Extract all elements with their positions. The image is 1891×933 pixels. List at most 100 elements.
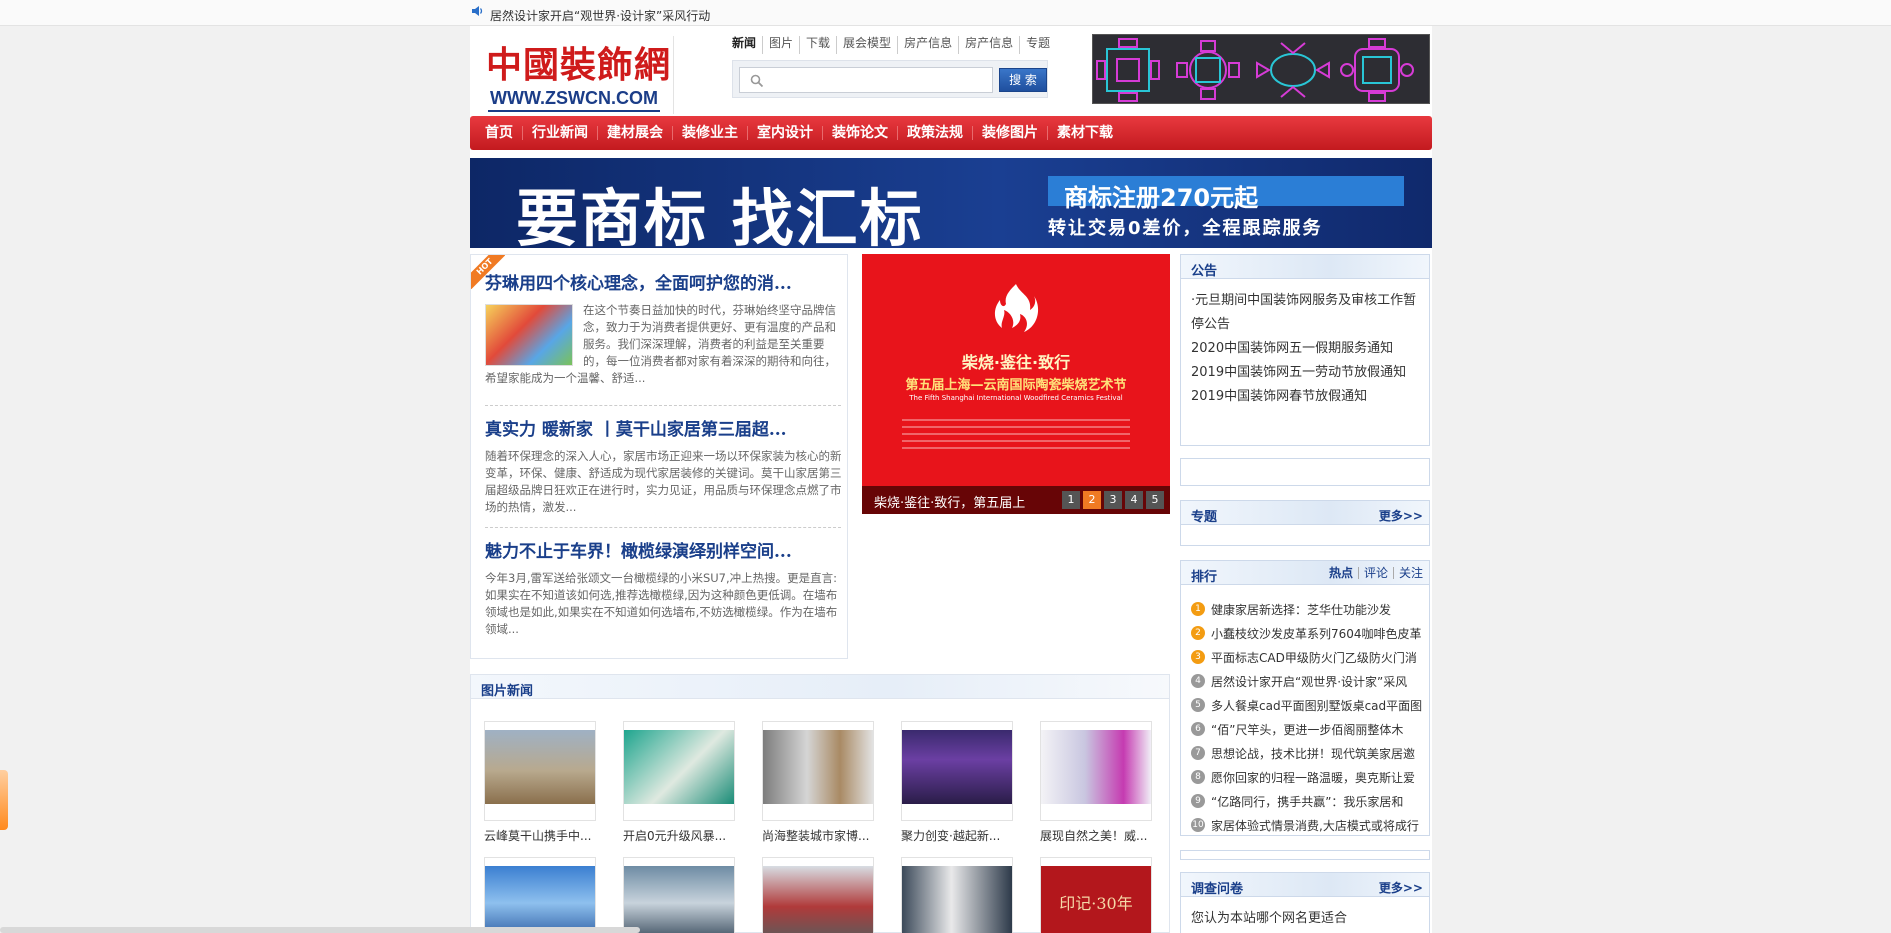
ranking-item-link[interactable]: 愿你回家的归程一路温暖，奥克斯让爱	[1211, 769, 1415, 786]
image-news-photo[interactable]	[763, 730, 873, 804]
nav-interior-design[interactable]: 室内设计	[748, 126, 823, 140]
slide-fine-print	[902, 414, 1130, 454]
nav-policies[interactable]: 政策法规	[898, 126, 973, 140]
notice-item[interactable]: 2020中国装饰网五一假期服务通知	[1191, 337, 1425, 361]
article-title[interactable]: 真实力 暖新家 丨莫干山家居第三届超...	[485, 415, 845, 440]
ranking-tab-comments[interactable]: 评论	[1359, 567, 1394, 579]
image-news-card[interactable]	[901, 721, 1013, 821]
ranking-item-link[interactable]: 思想论战，技术比拼！现代筑美家居邀	[1211, 745, 1415, 762]
article-title[interactable]: 魅力不止于车界！橄榄绿演绎别样空间...	[485, 537, 845, 562]
image-news-card[interactable]	[1040, 721, 1152, 821]
image-news-photo[interactable]	[902, 730, 1012, 804]
image-news-photo[interactable]	[1041, 730, 1151, 804]
nav-downloads[interactable]: 素材下载	[1048, 126, 1122, 140]
image-news-caption[interactable]: 展现自然之美！威...	[1040, 827, 1154, 844]
horizontal-scrollbar[interactable]	[0, 927, 640, 933]
special-topics-more-link[interactable]: 更多>>	[1379, 507, 1423, 524]
ranking-tab-hot[interactable]: 热点	[1324, 567, 1359, 579]
image-news-card[interactable]	[484, 857, 596, 933]
ranking-item[interactable]: 9 “亿路同行，携手共赢”：我乐家居和	[1191, 789, 1425, 813]
article-title[interactable]: 芬琳用四个核心理念，全面呵护您的消...	[485, 269, 845, 294]
ranking-item[interactable]: 8 愿你回家的归程一路温暖，奥克斯让爱	[1191, 765, 1425, 789]
article-divider	[485, 405, 841, 406]
image-news-caption[interactable]: 聚力创变·越起新...	[901, 827, 1015, 844]
ranking-item-link[interactable]: 多人餐桌cad平面图别墅饭桌cad平面图	[1211, 697, 1422, 714]
image-news-card[interactable]	[623, 721, 735, 821]
nav-industry-news[interactable]: 行业新闻	[523, 126, 598, 140]
search-tab-news[interactable]: 新闻	[732, 36, 764, 54]
ranking-tab-follow[interactable]: 关注	[1394, 567, 1423, 579]
image-news-caption[interactable]: 云峰莫干山携手中...	[484, 827, 598, 844]
image-news-card[interactable]	[623, 857, 735, 933]
floating-side-tab[interactable]	[0, 770, 8, 830]
image-news-card[interactable]: 印记·30年	[1040, 857, 1152, 933]
slide-caption[interactable]: 柴烧·鉴往·致行，第五届上	[874, 492, 1025, 511]
ranking-item-link[interactable]: 居然设计家开启“观世界·设计家”采风	[1211, 673, 1407, 690]
ranking-item-link[interactable]: 健康家居新选择：芝华仕功能沙发	[1211, 601, 1391, 618]
featured-articles: HOT 芬琳用四个核心理念，全面呵护您的消... 在这个节奏日益加快的时代，芬琳…	[470, 254, 848, 659]
focus-slideshow[interactable]: 柴烧·鉴往·致行 第五届上海—云南国际陶瓷柴烧艺术节 The Fifth Sha…	[862, 254, 1170, 514]
search-tab-downloads[interactable]: 下载	[800, 36, 838, 54]
ranking-item-link[interactable]: 平面标志CAD甲级防火门乙级防火门消	[1211, 649, 1417, 666]
nav-home[interactable]: 首页	[476, 126, 523, 140]
image-news-photo[interactable]	[624, 866, 734, 933]
ranking-item[interactable]: 4 居然设计家开启“观世界·设计家”采风	[1191, 669, 1425, 693]
image-news-photo[interactable]	[485, 730, 595, 804]
survey-more-link[interactable]: 更多>>	[1379, 879, 1423, 896]
image-news-photo[interactable]	[902, 866, 1012, 933]
slide-page-2[interactable]: 2	[1083, 491, 1101, 509]
notice-item[interactable]: 2019中国装饰网五一劳动节放假通知	[1191, 361, 1425, 385]
slide-page-4[interactable]: 4	[1125, 491, 1143, 509]
slide-page-3[interactable]: 3	[1104, 491, 1122, 509]
ranking-item[interactable]: 5 多人餐桌cad平面图别墅饭桌cad平面图	[1191, 693, 1425, 717]
ranking-item-link[interactable]: 家居体验式情景消费,大店模式或将成行	[1211, 817, 1419, 834]
search-button[interactable]: 搜 索	[999, 68, 1047, 92]
ranking-item[interactable]: 1 健康家居新选择：芝华仕功能沙发	[1191, 597, 1425, 621]
ranking-item[interactable]: 7 思想论战，技术比拼！现代筑美家居邀	[1191, 741, 1425, 765]
image-news-photo[interactable]: 印记·30年	[1041, 866, 1151, 933]
image-news-caption[interactable]: 开启0元升级风暴...	[623, 827, 737, 844]
image-news-card[interactable]	[762, 721, 874, 821]
nav-decoration-images[interactable]: 装修图片	[973, 126, 1048, 140]
image-news-photo[interactable]	[624, 730, 734, 804]
ranking-item-link[interactable]: “佰”尺竿头，更进一步佰阁丽整体木	[1211, 721, 1403, 738]
ranking-item-link[interactable]: “亿路同行，携手共赢”：我乐家居和	[1211, 793, 1403, 810]
notice-item[interactable]: 2019中国装饰网春节放假通知	[1191, 385, 1425, 409]
search-tab-expo-models[interactable]: 展会模型	[837, 36, 899, 54]
article-summary: 今年3月,雷军送给张颂文一台橄榄绿的小米SU7,冲上热搜。更是直言:如果实在不知…	[485, 571, 838, 636]
ranking-item[interactable]: 3 平面标志CAD甲级防火门乙级防火门消	[1191, 645, 1425, 669]
notice-item[interactable]: ·元旦期间中国装饰网服务及审核工作暂停公告	[1191, 289, 1425, 337]
slide-page-1[interactable]: 1	[1062, 491, 1080, 509]
search-tab-property-2[interactable]: 房产信息	[959, 36, 1021, 54]
article-thumbnail[interactable]	[485, 304, 573, 366]
slide-page-5[interactable]: 5	[1146, 491, 1164, 509]
image-news-photo[interactable]	[763, 866, 873, 933]
notice-box: 公告 ·元旦期间中国装饰网服务及审核工作暂停公告 2020中国装饰网五一假期服务…	[1180, 254, 1430, 446]
article-divider	[485, 527, 841, 528]
ranking-item[interactable]: 2 小蠢枝纹沙发皮革系列7604咖啡色皮革	[1191, 621, 1425, 645]
image-news-section: 图片新闻 云峰莫干山携手中... 开启0元升级风暴... 尚海整装城市家博...…	[470, 674, 1170, 933]
nav-papers[interactable]: 装饰论文	[823, 126, 898, 140]
search-tab-topics[interactable]: 专题	[1020, 36, 1056, 54]
image-news-card[interactable]	[484, 721, 596, 821]
ranking-item-link[interactable]: 小蠢枝纹沙发皮革系列7604咖啡色皮革	[1211, 625, 1422, 642]
image-news-card[interactable]	[762, 857, 874, 933]
ticker-link[interactable]: 居然设计家开启“观世界·设计家”采风行动	[490, 7, 710, 24]
notice-header: 公告	[1181, 255, 1429, 279]
site-logo[interactable]: 中國裝飾網 WWW.ZSWCN.COM	[486, 36, 670, 116]
search-tab-property-1[interactable]: 房产信息	[898, 36, 960, 54]
nav-homeowners[interactable]: 装修业主	[673, 126, 748, 140]
header-ad-cad-tables[interactable]	[1092, 34, 1430, 104]
search-tab-images[interactable]: 图片	[763, 36, 801, 54]
image-news-card[interactable]	[901, 857, 1013, 933]
trademark-ad-banner[interactable]: 要商标 找汇标 商标注册270元起 转让交易0差价，全程跟踪服务	[470, 158, 1432, 248]
slide-title: 柴烧·鉴往·致行	[961, 353, 1071, 372]
ranking-item[interactable]: 6 “佰”尺竿头，更进一步佰阁丽整体木	[1191, 717, 1425, 741]
ranking-item[interactable]: 10 家居体验式情景消费,大店模式或将成行	[1191, 813, 1425, 837]
ranking-list: 1 健康家居新选择：芝华仕功能沙发 2 小蠢枝纹沙发皮革系列7604咖啡色皮革 3 平面标…	[1191, 597, 1425, 837]
search-input[interactable]	[776, 70, 986, 90]
slide-caption-bar: 柴烧·鉴往·致行，第五届上 1 2 3 4 5	[862, 486, 1170, 514]
image-news-caption[interactable]: 尚海整装城市家博...	[762, 827, 876, 844]
nav-material-expo[interactable]: 建材展会	[598, 126, 673, 140]
image-news-photo[interactable]	[485, 866, 595, 933]
